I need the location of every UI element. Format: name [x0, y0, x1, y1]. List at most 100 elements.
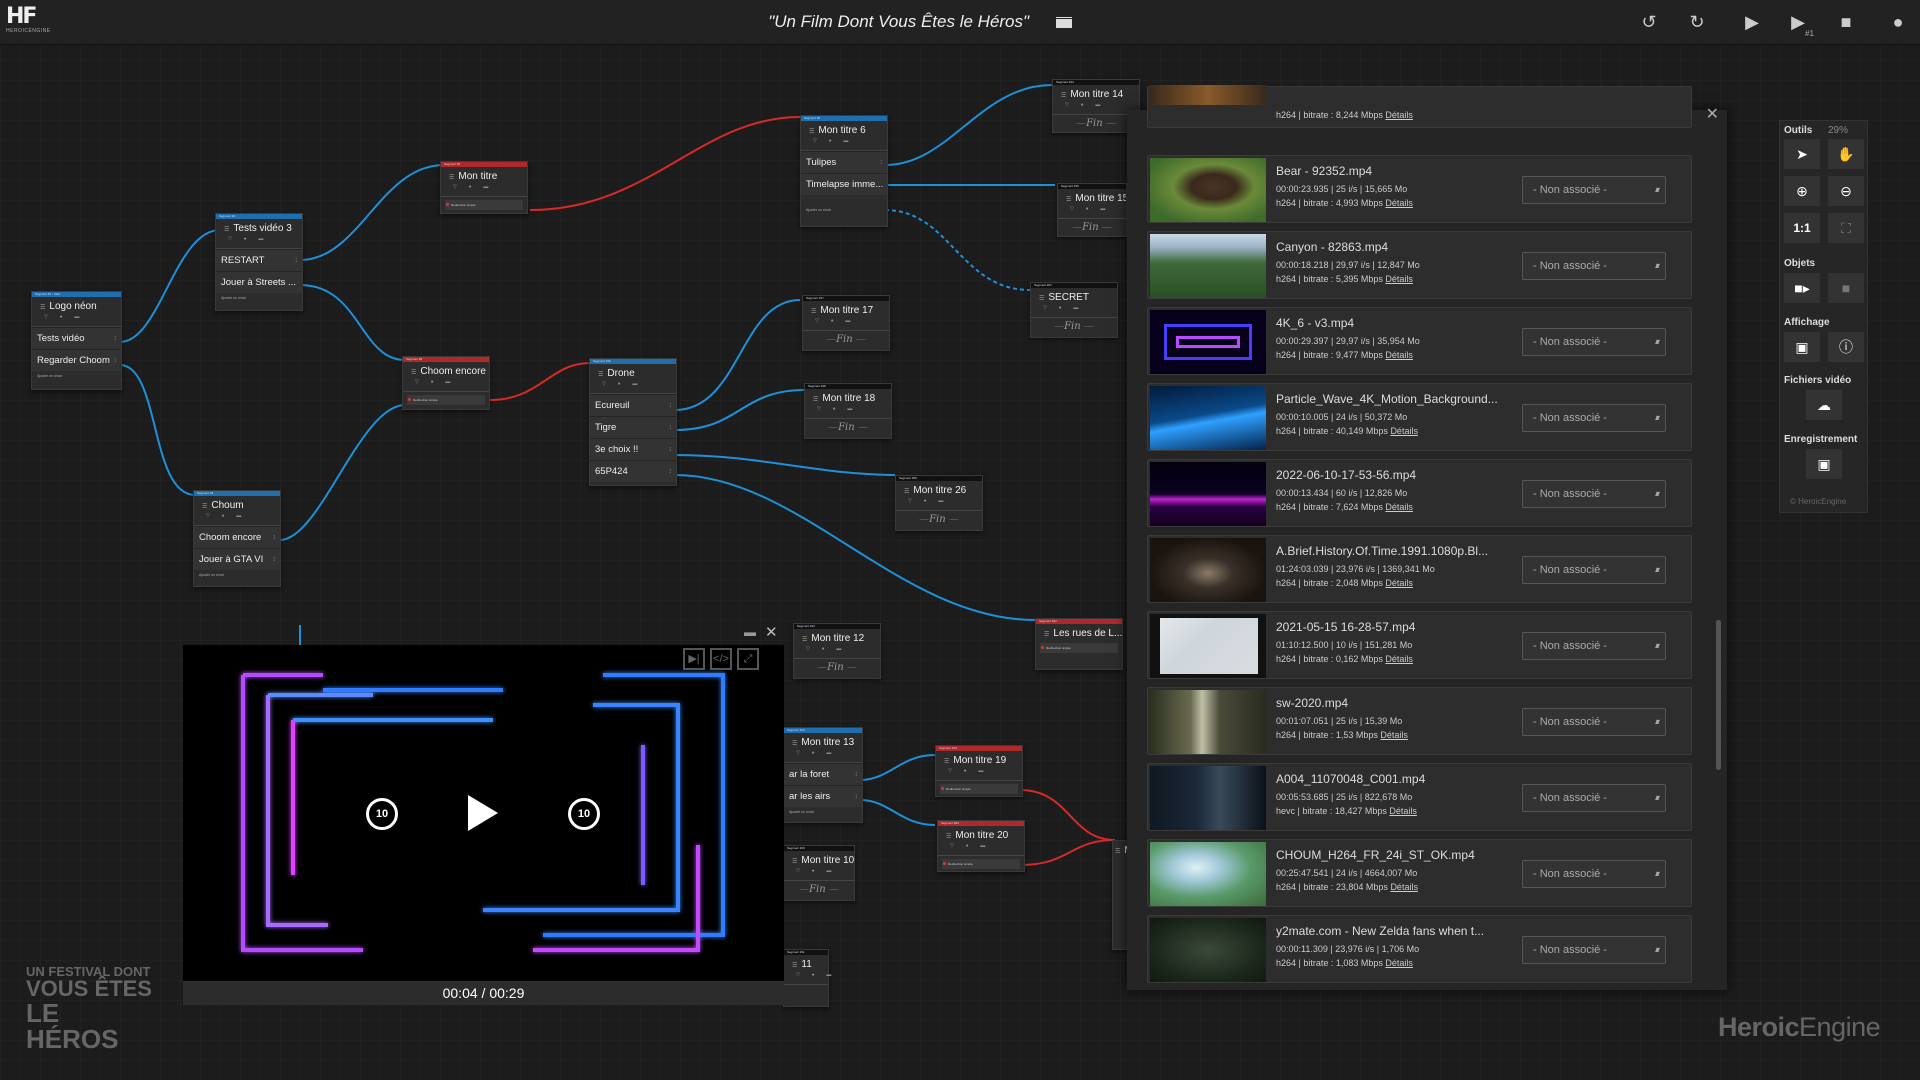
node-title[interactable]: Drone: [590, 364, 676, 380]
video-thumbnail[interactable]: [1150, 766, 1266, 830]
segment-select[interactable]: - Non associé -: [1522, 328, 1666, 356]
details-link[interactable]: Détails: [1385, 958, 1413, 968]
redirect-bar[interactable]: Redirection simple: [445, 200, 523, 210]
zoom-reset-button[interactable]: 1:1: [1784, 213, 1820, 243]
node-icons[interactable]: [938, 842, 1024, 856]
node-title[interactable]: Mon titre 18: [805, 389, 891, 405]
video-camera-icon[interactable]: ■▸: [1784, 273, 1820, 303]
add-choice-button[interactable]: Ajouter un choix: [216, 293, 302, 303]
node-mon-titre-15[interactable]: Segment #15 Mon titre 15 Fin: [1057, 183, 1127, 237]
stop-icon[interactable]: ■: [1834, 10, 1858, 34]
node-title[interactable]: Mon titre 26: [896, 481, 982, 497]
node-title[interactable]: Mon titre 10: [784, 851, 854, 867]
play-icon[interactable]: ▶: [1740, 10, 1764, 34]
clapperboard-icon[interactable]: [1055, 16, 1072, 28]
node-11[interactable]: Segment #11 11: [783, 949, 834, 1007]
details-link[interactable]: Détails: [1385, 198, 1413, 208]
node-icons[interactable]: [441, 183, 527, 197]
node-icons[interactable]: [794, 645, 880, 659]
video-library-panel[interactable]: ✕ h264 | bitrate : 8,244 Mbps Détails Be…: [1127, 85, 1727, 990]
node-mon-titre-18[interactable]: Segment #18 Mon titre 18 Fin: [804, 383, 892, 439]
node-title[interactable]: Mon titre 17: [803, 301, 889, 317]
node-icons[interactable]: [32, 313, 121, 327]
node-title[interactable]: Mon titre 13: [784, 733, 862, 749]
add-choice-button[interactable]: Ajouter un choix: [32, 371, 121, 381]
details-link[interactable]: Détails: [1385, 654, 1413, 664]
video-row[interactable]: CHOUM_H264_FR_24i_ST_OK.mp4 00:25:47.541…: [1147, 839, 1692, 907]
video-frame[interactable]: ▶| </> ⤢ 10 10: [183, 645, 784, 981]
details-link[interactable]: Détails: [1390, 426, 1418, 436]
details-link[interactable]: Détails: [1389, 806, 1417, 816]
node-mon-titre-13[interactable]: Segment #13 Mon titre 13 ar la foret ar …: [783, 727, 863, 823]
details-link[interactable]: Détails: [1380, 730, 1408, 740]
node-tests-video-3[interactable]: Segment #2 Tests vidéo 3 RESTART Jouer à…: [215, 213, 303, 311]
node-choum[interactable]: Segment #3 Choum Choom encore Jouer à GT…: [193, 490, 281, 587]
select-pointer-icon[interactable]: ➤: [1784, 139, 1820, 169]
node-icons[interactable]: [936, 767, 1022, 781]
redirect-bar[interactable]: Redirection simple: [942, 859, 1020, 869]
info-icon[interactable]: ⓘ: [1828, 332, 1864, 362]
video-row[interactable]: Bear - 92352.mp4 00:00:23.935 | 25 i/s |…: [1147, 155, 1692, 223]
video-row[interactable]: 2021-05-15 16-28-57.mp4 01:10:12.500 | 1…: [1147, 611, 1692, 679]
node-choice[interactable]: Choom encore: [194, 526, 280, 548]
project-title-text[interactable]: "Un Film Dont Vous Êtes le Héros": [768, 12, 1029, 31]
node-choice[interactable]: Regarder Choom: [32, 349, 121, 371]
details-link[interactable]: Détails: [1385, 578, 1413, 588]
node-title[interactable]: Mon titre 19: [936, 751, 1022, 767]
add-choice-button[interactable]: Ajouter un choix: [194, 570, 280, 580]
node-choice[interactable]: Tigre: [590, 416, 676, 438]
node-choom-encore[interactable]: Segment #8 Choom encore Redirection simp…: [402, 356, 490, 410]
minimize-icon[interactable]: ▬: [744, 625, 756, 639]
node-title[interactable]: Mon titre 14: [1053, 85, 1139, 101]
node-title[interactable]: Mon titre 20: [938, 826, 1024, 842]
video-thumbnail[interactable]: [1150, 310, 1266, 374]
node-choice[interactable]: RESTART: [216, 249, 302, 271]
video-row[interactable]: Particle_Wave_4K_Motion_Background... 00…: [1147, 383, 1692, 451]
node-title[interactable]: 11: [784, 955, 828, 971]
node-icons[interactable]: [801, 137, 887, 151]
video-row[interactable]: Canyon - 82863.mp4 00:00:18.218 | 29,97 …: [1147, 231, 1692, 299]
segment-select[interactable]: - Non associé -: [1522, 784, 1666, 812]
node-choice[interactable]: 65P424: [590, 460, 676, 482]
node-title[interactable]: Choom encore: [403, 362, 489, 378]
video-row[interactable]: A004_11070048_C001.mp4 00:05:53.685 | 25…: [1147, 763, 1692, 831]
node-icons[interactable]: [784, 867, 854, 881]
node-choice[interactable]: ar les airs: [784, 785, 862, 807]
node-title[interactable]: Tests vidéo 3: [216, 219, 302, 235]
video-thumbnail[interactable]: [1150, 538, 1266, 602]
node-icons[interactable]: [805, 405, 891, 419]
video-thumbnail[interactable]: [1150, 918, 1266, 982]
details-link[interactable]: Détails: [1390, 882, 1418, 892]
node-icons[interactable]: [896, 497, 982, 511]
details-link[interactable]: Détails: [1385, 350, 1413, 360]
node-icons[interactable]: [403, 378, 489, 392]
node-icons[interactable]: [803, 317, 889, 331]
video-thumbnail[interactable]: [1150, 85, 1266, 105]
node-choice[interactable]: 3e choix !!: [590, 438, 676, 460]
node-choice[interactable]: Timelapse imme...: [801, 173, 887, 195]
note-icon[interactable]: ■: [1828, 273, 1864, 303]
video-thumbnail[interactable]: [1150, 462, 1266, 526]
node-icons[interactable]: [784, 749, 862, 763]
fullscreen-icon[interactable]: ⤢: [737, 648, 759, 670]
node-choice[interactable]: Tulipes: [801, 151, 887, 173]
segment-select[interactable]: - Non associé -: [1522, 708, 1666, 736]
node-title[interactable]: Mon titre 12: [794, 629, 880, 645]
redo-icon[interactable]: ↻: [1685, 10, 1709, 34]
play-icon[interactable]: [468, 795, 498, 831]
node-choice[interactable]: Ecureuil: [590, 394, 676, 416]
video-player[interactable]: ▬ ✕ ▶| </> ⤢ 10 10 00:04 / 00:29: [183, 624, 784, 1005]
video-row[interactable]: y2mate.com - New Zelda fans when t... 00…: [1147, 915, 1692, 983]
node-title[interactable]: SECRET: [1031, 288, 1117, 304]
zoom-out-icon[interactable]: ⊖: [1828, 176, 1864, 206]
video-row[interactable]: 2022-06-10-17-53-56.mp4 00:00:13.434 | 6…: [1147, 459, 1692, 527]
node-mon-titre-10[interactable]: Segment #10 Mon titre 10 Fin: [783, 845, 855, 901]
segment-select[interactable]: - Non associé -: [1522, 860, 1666, 888]
forward-10-icon[interactable]: 10: [568, 798, 600, 830]
add-choice-button[interactable]: Ajouter un choix: [784, 807, 862, 817]
video-thumbnail[interactable]: [1150, 690, 1266, 754]
next-icon[interactable]: ▶|: [683, 648, 705, 670]
node-title[interactable]: Mon titre: [441, 167, 527, 183]
video-row[interactable]: h264 | bitrate : 8,244 Mbps Détails: [1147, 85, 1692, 128]
video-row[interactable]: A.Brief.History.Of.Time.1991.1080p.Bl...…: [1147, 535, 1692, 603]
